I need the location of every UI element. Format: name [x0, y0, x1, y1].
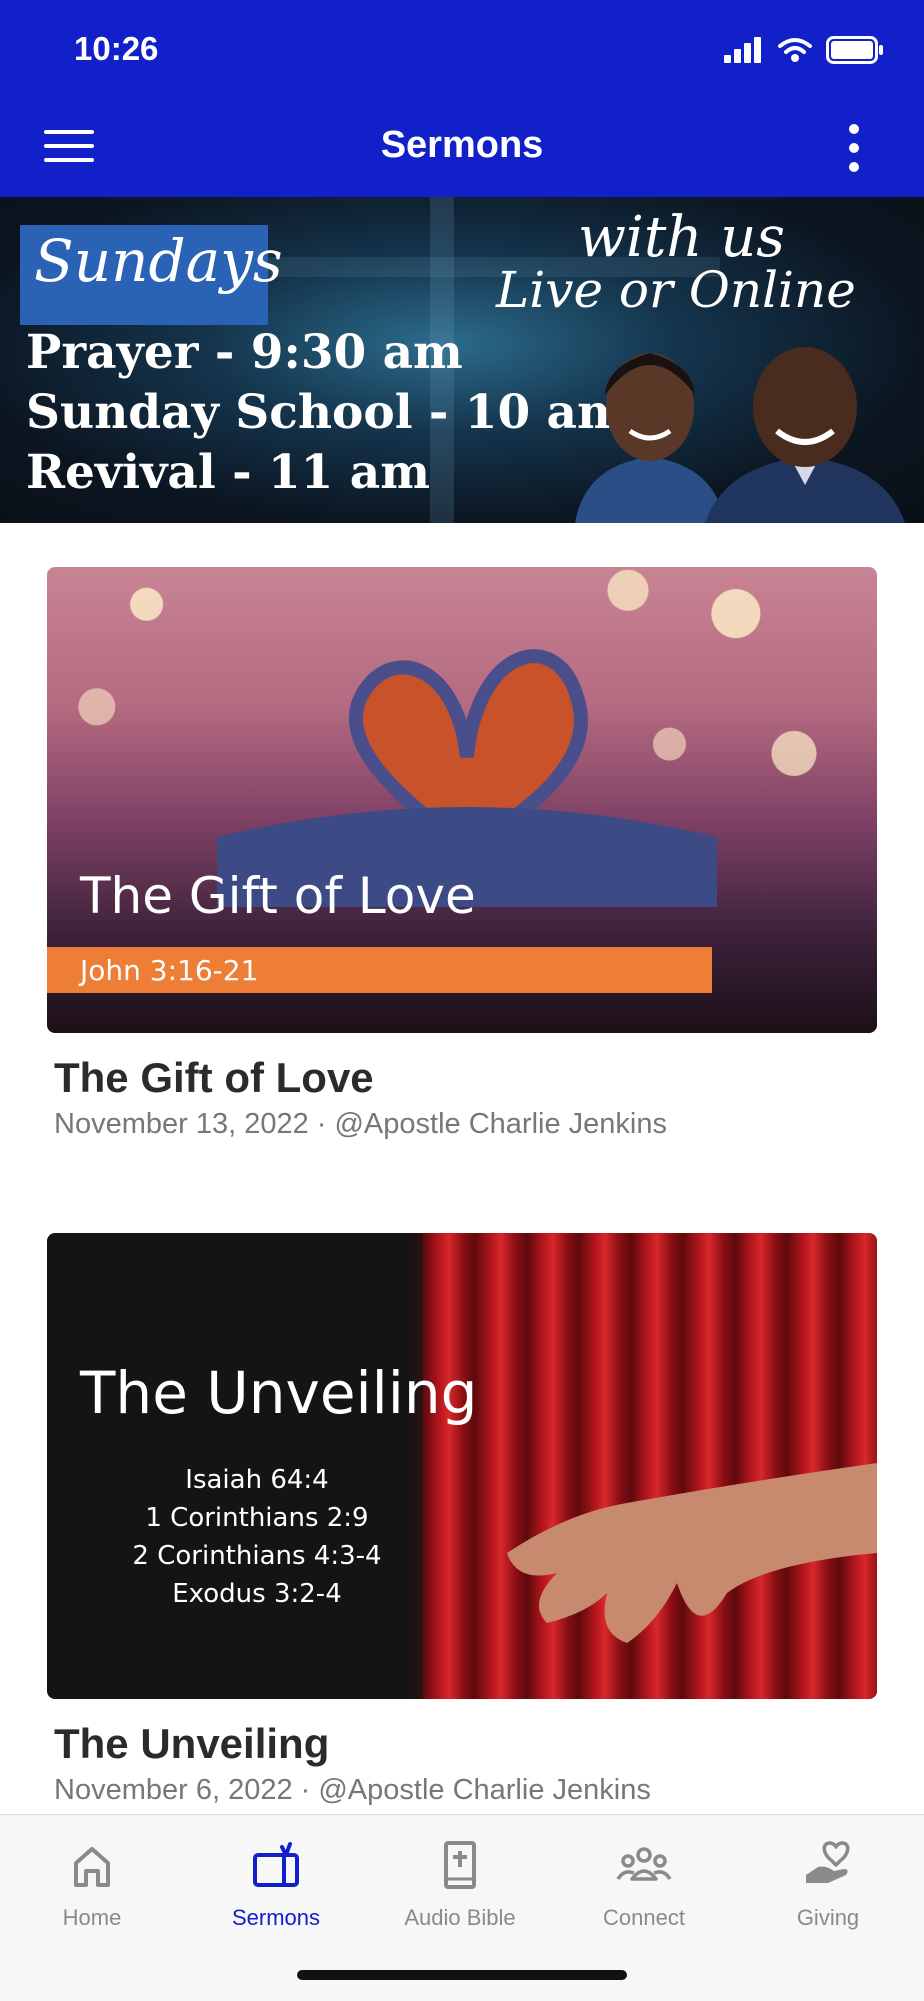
people-icon [616, 1847, 672, 1881]
tab-giving[interactable]: Giving [736, 1835, 920, 1931]
sermon-thumbnail[interactable]: The Gift of Love John 3:16-21 [47, 567, 877, 1033]
schedule-revival: Revival - 11 am [26, 445, 430, 500]
sermon-meta: November 6, 2022 · @Apostle Charlie Jenk… [54, 1774, 651, 1806]
page-title: Sermons [380, 124, 544, 166]
tab-home-label: Home [62, 1905, 122, 1930]
service-times-banner[interactable]: Sundays with us Live or Online Prayer - … [0, 197, 924, 523]
sermon-title[interactable]: The Gift of Love [54, 1054, 374, 1102]
status-icons [724, 36, 884, 64]
tab-sermons-label: Sermons [231, 1905, 321, 1930]
tab-connect-label: Connect [603, 1905, 685, 1930]
live-online-label: Live or Online [496, 261, 856, 319]
tab-audio-bible[interactable]: Audio Bible [368, 1835, 552, 1931]
thumbnail-scripture: John 3:16-21 [80, 954, 259, 987]
battery-icon [826, 36, 883, 64]
sermon-title[interactable]: The Unveiling [54, 1720, 329, 1768]
thumbnail-scripture: 2 Corinthians 4:3-4 [132, 1541, 382, 1571]
sermon-meta: November 13, 2022 · @Apostle Charlie Jen… [54, 1108, 667, 1140]
thumbnail-scripture: 1 Corinthians 2:9 [145, 1503, 369, 1533]
wifi-icon [778, 38, 812, 62]
sundays-label: Sundays [34, 227, 283, 295]
home-icon [74, 1847, 110, 1887]
tab-giving-label: Giving [796, 1905, 860, 1930]
giving-heart-hand-icon [806, 1841, 850, 1883]
thumbnail-scripture: Exodus 3:2-4 [172, 1579, 342, 1609]
pastor-woman-photo [575, 353, 725, 523]
sermon-thumbnail[interactable]: The Unveiling Isaiah 64:4 1 Corinthians … [47, 1233, 877, 1699]
app-header: 10:26 Sermons [0, 0, 924, 197]
hand-illustration [507, 1463, 877, 1643]
signal-icon [724, 37, 761, 63]
schedule-prayer: Prayer - 9:30 am [26, 325, 463, 380]
thumbnail-scripture: Isaiah 64:4 [185, 1465, 329, 1495]
tab-connect[interactable]: Connect [552, 1835, 736, 1931]
bible-icon [444, 1841, 476, 1889]
tab-sermons[interactable]: Sermons [184, 1835, 368, 1931]
tab-home[interactable]: Home [0, 1835, 184, 1931]
heart-book-illustration [217, 649, 717, 907]
more-vertical-icon[interactable] [848, 124, 860, 172]
pastor-man-photo [705, 347, 905, 523]
thumbnail-title: The Gift of Love [80, 867, 476, 925]
tab-audio-bible-label: Audio Bible [404, 1905, 516, 1930]
status-time: 10:26 [74, 30, 159, 67]
tv-icon [253, 1842, 299, 1887]
home-indicator[interactable] [297, 1970, 627, 1980]
schedule-sunday-school: Sunday School - 10 am [26, 385, 627, 440]
thumbnail-title: The Unveiling [80, 1359, 478, 1427]
